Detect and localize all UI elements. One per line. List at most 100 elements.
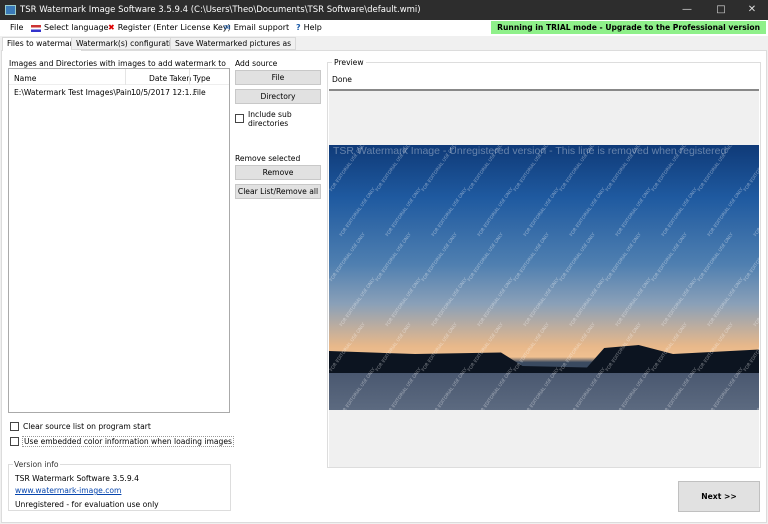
watermark-tile: FOR EDITORIAL USE ONLY — [743, 145, 759, 193]
row-type: File — [193, 88, 206, 97]
watermark-tile: FOR EDITORIAL USE ONLY — [559, 322, 597, 373]
watermark-tile: FOR EDITORIAL USE ONLY — [743, 232, 759, 283]
watermark-tile: FOR EDITORIAL USE ONLY — [385, 187, 423, 238]
close-button[interactable]: ✕ — [737, 0, 767, 20]
watermark-tile: FOR EDITORIAL USE ONLY — [513, 322, 551, 373]
watermark-tile: FOR EDITORIAL USE ONLY — [661, 187, 699, 238]
preview-status: Done — [332, 75, 352, 84]
next-button[interactable]: Next >> — [678, 481, 760, 512]
file-list[interactable]: Name Date Taken Type E:\Watermark Test I… — [8, 68, 230, 413]
maximize-button[interactable]: □ — [706, 0, 736, 20]
watermark-tile: FOR EDITORIAL USE ONLY — [375, 322, 413, 373]
preview-label: Preview — [332, 58, 366, 67]
watermark-tile: FOR EDITORIAL USE ONLY — [329, 232, 367, 283]
version-name: TSR Watermark Software 3.5.9.4 — [15, 474, 139, 483]
files-label: Images and Directories with images to ad… — [9, 59, 226, 68]
registration-status: Unregistered - for evaluation use only — [15, 500, 159, 509]
watermark-tile: FOR EDITORIAL USE ONLY — [431, 367, 469, 410]
watermark-tile: FOR EDITORIAL USE ONLY — [569, 187, 607, 238]
watermark-tile: FOR EDITORIAL USE ONLY — [339, 367, 377, 410]
list-header: Name Date Taken Type — [9, 69, 229, 85]
watermark-tile: FOR EDITORIAL USE ONLY — [743, 322, 759, 373]
watermark-tile: FOR EDITORIAL USE ONLY — [753, 277, 759, 328]
clear-list-button[interactable]: Clear List/Remove all — [235, 184, 321, 199]
include-sub-label: Include sub directories — [248, 110, 292, 128]
column-type[interactable]: Type — [193, 74, 210, 83]
watermark-tile: FOR EDITORIAL USE ONLY — [385, 367, 423, 410]
question-icon: ? — [296, 23, 301, 32]
title-bar: TSR Watermark Image Software 3.5.9.4 (C:… — [0, 0, 768, 20]
watermark-tile: FOR EDITORIAL USE ONLY — [569, 277, 607, 328]
menu-file[interactable]: File — [10, 20, 23, 36]
add-source-label: Add source — [235, 59, 278, 68]
watermark-tile: FOR EDITORIAL USE ONLY — [615, 367, 653, 410]
add-file-button[interactable]: File — [235, 70, 321, 85]
watermark-tile: FOR EDITORIAL USE ONLY — [467, 322, 505, 373]
watermark-tile: FOR EDITORIAL USE ONLY — [431, 187, 469, 238]
watermark-tile: FOR EDITORIAL USE ONLY — [559, 232, 597, 283]
watermark-tile: FOR EDITORIAL USE ONLY — [477, 367, 515, 410]
watermark-tile: FOR EDITORIAL USE ONLY — [651, 232, 689, 283]
watermark-tiles: FOR EDITORIAL USE ONLY FOR EDITORIAL USE … — [329, 145, 759, 410]
clear-on-start-label: Clear source list on program start — [23, 422, 151, 431]
watermark-tile: FOR EDITORIAL USE ONLY — [651, 322, 689, 373]
watermark-tile: FOR EDITORIAL USE ONLY — [467, 232, 505, 283]
trial-banner[interactable]: Running in TRIAL mode - Upgrade to the P… — [491, 21, 766, 34]
tab-watermark-configuration[interactable]: Watermark(s) configuration — [71, 37, 186, 50]
version-info-group: Version info TSR Watermark Software 3.5.… — [8, 460, 231, 511]
minimize-button[interactable]: — — [672, 0, 702, 20]
watermark-tile: FOR EDITORIAL USE ONLY — [615, 187, 653, 238]
watermark-line: TSR Watermark Image - Unregistered versi… — [333, 145, 727, 157]
menu-register-label: Register (Enter License Key) — [117, 23, 231, 32]
remove-button[interactable]: Remove — [235, 165, 321, 180]
menu-email-support[interactable]: ✉ Email support — [224, 20, 289, 36]
row-date: 10/5/2017 12:1... — [131, 88, 197, 97]
watermark-tile: FOR EDITORIAL USE ONLY — [605, 232, 643, 283]
watermark-tile: FOR EDITORIAL USE ONLY — [523, 367, 561, 410]
watermark-tile: FOR EDITORIAL USE ONLY — [707, 277, 745, 328]
watermark-tile: FOR EDITORIAL USE ONLY — [569, 367, 607, 410]
add-directory-button[interactable]: Directory — [235, 89, 321, 104]
menu-file-label: File — [10, 23, 24, 32]
watermark-tile: FOR EDITORIAL USE ONLY — [661, 367, 699, 410]
watermark-tile: FOR EDITORIAL USE ONLY — [523, 187, 561, 238]
table-row[interactable]: E:\Watermark Test Images\Pain... 10/5/20… — [9, 86, 229, 98]
flag-icon — [31, 24, 41, 32]
watermark-tile: FOR EDITORIAL USE ONLY — [421, 232, 459, 283]
window-title: TSR Watermark Image Software 3.5.9.4 (C:… — [20, 5, 421, 15]
menu-language-label: Select language — [44, 23, 109, 32]
tab-save-watermarked[interactable]: Save Watermarked pictures as — [170, 37, 297, 50]
watermark-tile: FOR EDITORIAL USE ONLY — [431, 277, 469, 328]
watermark-tile: FOR EDITORIAL USE ONLY — [707, 187, 745, 238]
x-icon: ✖ — [108, 23, 115, 32]
watermark-tile: FOR EDITORIAL USE ONLY — [753, 187, 759, 238]
version-info-label: Version info — [13, 460, 60, 469]
watermark-tile: FOR EDITORIAL USE ONLY — [615, 277, 653, 328]
embedded-color-checkbox[interactable] — [10, 437, 19, 446]
menu-help[interactable]: ? Help — [296, 20, 322, 36]
envelope-icon: ✉ — [224, 23, 231, 32]
clear-on-start-checkbox[interactable] — [10, 422, 19, 431]
watermark-tile: FOR EDITORIAL USE ONLY — [605, 322, 643, 373]
menu-select-language[interactable]: Select language — [31, 20, 108, 36]
watermark-tile: FOR EDITORIAL USE ONLY — [477, 277, 515, 328]
preview-area: FOR EDITORIAL USE ONLY FOR EDITORIAL USE … — [329, 89, 759, 467]
app-icon — [5, 5, 16, 15]
watermark-tile: FOR EDITORIAL USE ONLY — [339, 277, 377, 328]
embedded-color-label: Use embedded color information when load… — [22, 436, 234, 447]
column-name[interactable]: Name — [14, 74, 36, 83]
menu-register[interactable]: ✖ Register (Enter License Key) — [108, 20, 231, 36]
watermark-tile: FOR EDITORIAL USE ONLY — [697, 322, 735, 373]
watermark-tile: FOR EDITORIAL USE ONLY — [661, 277, 699, 328]
watermark-tile: FOR EDITORIAL USE ONLY — [477, 187, 515, 238]
preview-image: FOR EDITORIAL USE ONLY FOR EDITORIAL USE … — [329, 145, 759, 410]
include-sub-checkbox[interactable] — [235, 114, 244, 123]
watermark-tile: FOR EDITORIAL USE ONLY — [513, 232, 551, 283]
column-date-taken[interactable]: Date Taken — [149, 74, 191, 83]
watermark-tile: FOR EDITORIAL USE ONLY — [697, 232, 735, 283]
watermark-tile: FOR EDITORIAL USE ONLY — [523, 277, 561, 328]
watermark-tile: FOR EDITORIAL USE ONLY — [339, 187, 377, 238]
website-link[interactable]: www.watermark-image.com — [15, 486, 121, 495]
row-name: E:\Watermark Test Images\Pain... — [14, 88, 139, 97]
watermark-tile: FOR EDITORIAL USE ONLY — [385, 277, 423, 328]
